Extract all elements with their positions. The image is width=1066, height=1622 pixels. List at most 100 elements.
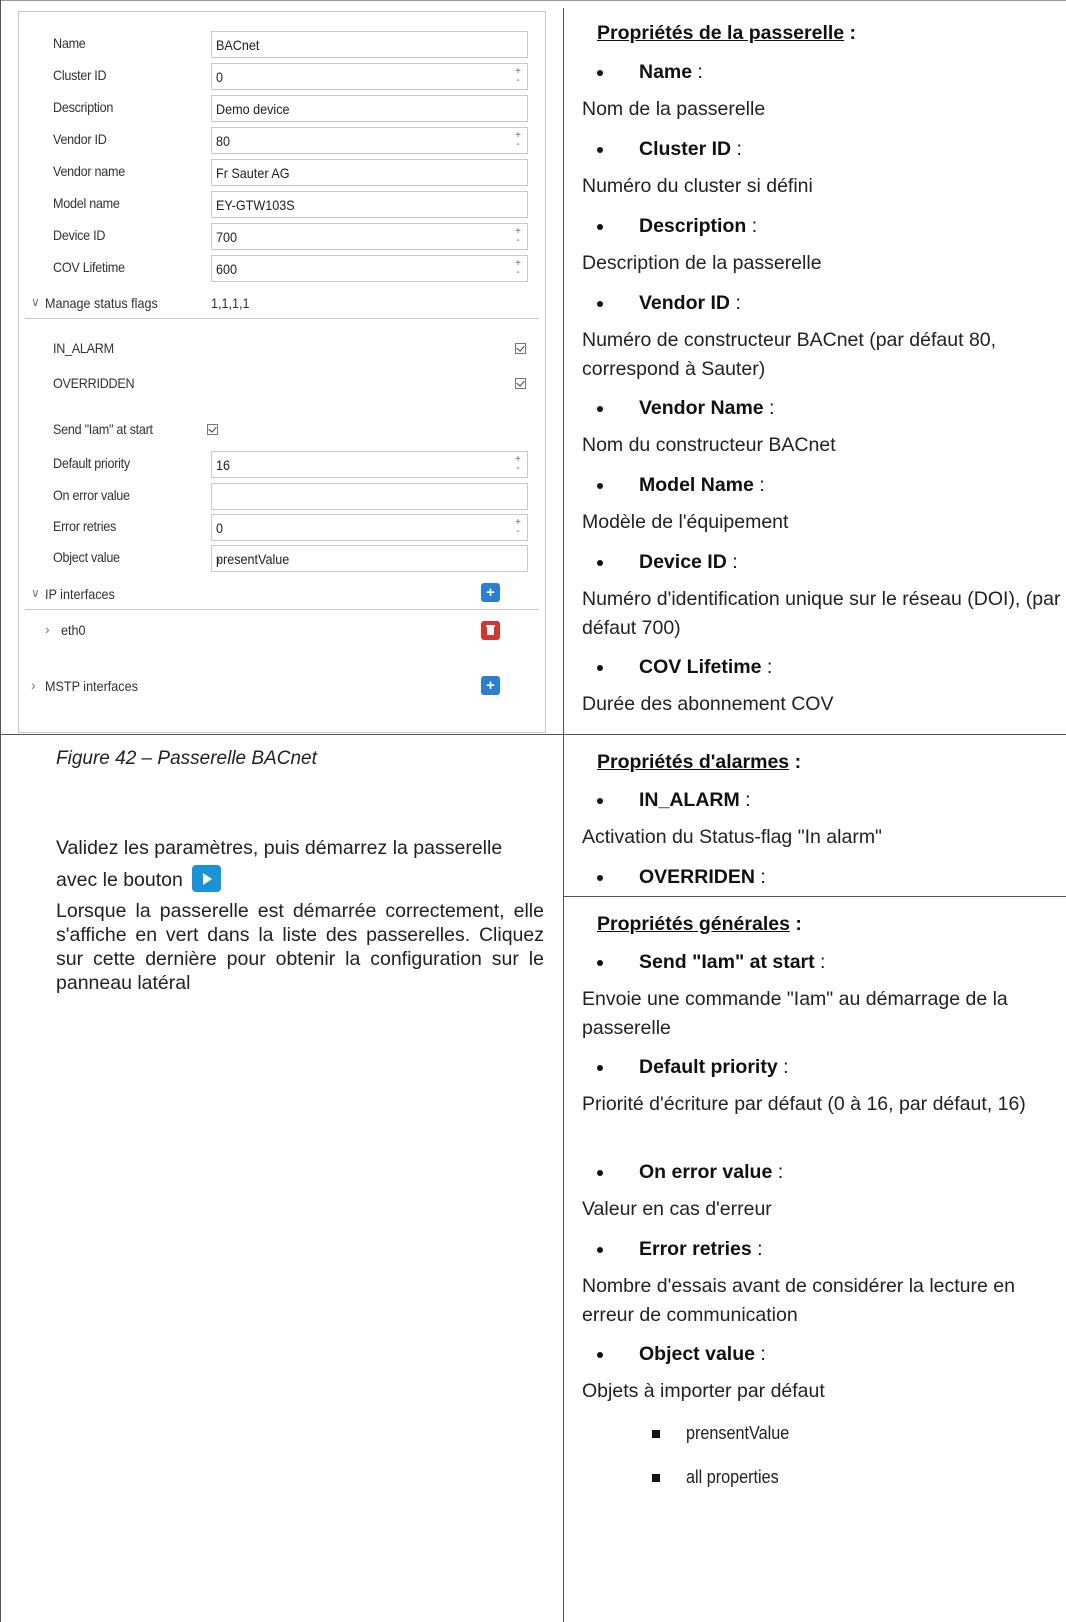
field-label: Vendor name [53, 163, 125, 179]
section-heading-gateway: Propriétés de la passerelle : [597, 22, 856, 45]
flag-overridden: OVERRIDDEN [19, 370, 545, 398]
colon: : [739, 789, 751, 811]
field-name: Name BACnet [19, 30, 545, 58]
prop-desc: Valeur en cas d'erreur [582, 1198, 772, 1220]
eth0-row[interactable]: › eth0 [19, 616, 545, 644]
prop-term: Error retries [639, 1238, 752, 1260]
eth0-label: eth0 [61, 622, 86, 638]
bullet-icon [597, 665, 603, 671]
delete-trash-icon[interactable] [481, 621, 500, 640]
error-retries-input[interactable]: 0 + - [211, 514, 528, 541]
field-value: 700 [216, 229, 238, 245]
gateway-config-panel: Name BACnet Cluster ID 0 + - Description D… [18, 11, 546, 733]
square-bullet-icon [652, 1474, 660, 1482]
flag-in-alarm: IN_ALARM [19, 335, 545, 363]
field-error-retries: Error retries 0 + - [19, 513, 545, 541]
field-vendor-id: Vendor ID 80 + - [19, 126, 545, 154]
spinner-icon[interactable]: + - [514, 67, 522, 86]
prop-desc: Nom de la passerelle [582, 98, 766, 120]
flag-label: OVERRIDDEN [53, 375, 135, 391]
bullet-icon [597, 70, 603, 76]
prop-term: On error value [639, 1161, 773, 1183]
chevron-down-icon[interactable]: ∨ [31, 295, 40, 309]
sub-item: all properties [686, 1467, 779, 1487]
chevron-right-icon: › [216, 551, 221, 567]
column-divider [563, 8, 564, 1622]
send-iam-checkbox[interactable] [207, 424, 218, 435]
bullet-icon [597, 1170, 603, 1176]
instruction-paragraph-1: Validez les paramètres, puis démarrez la… [56, 832, 544, 896]
field-value: 0 [216, 69, 224, 85]
heading-colon: : [844, 22, 857, 44]
bullet-icon [597, 798, 603, 804]
overridden-checkbox[interactable] [515, 378, 526, 389]
square-bullet-icon [652, 1430, 660, 1438]
on-error-value-input[interactable] [211, 483, 528, 510]
name-input[interactable]: BACnet [211, 31, 528, 58]
spinner-icon[interactable]: + - [514, 455, 522, 474]
status-flags-label: Manage status flags [45, 295, 158, 311]
prop-term: Description [639, 215, 747, 237]
field-value: Demo device [216, 101, 290, 117]
default-priority-input[interactable]: 16 + - [211, 451, 528, 478]
prop-term: Model Name [639, 474, 754, 496]
status-flags-section[interactable]: ∨ Manage status flags 1,1,1,1 [19, 289, 545, 319]
prop-desc: Numéro de constructeur BACnet (par défau… [582, 329, 997, 380]
bullet-icon [597, 147, 603, 153]
field-description: Description Demo device [19, 94, 545, 122]
heading-colon: : [789, 751, 802, 773]
description-input[interactable]: Demo device [211, 95, 528, 122]
spinner-icon[interactable]: + - [514, 131, 522, 150]
prop-term: IN_ALARM [639, 789, 740, 811]
add-ip-interface-button[interactable]: + [481, 583, 500, 602]
colon: : [753, 474, 765, 496]
field-value: 600 [216, 261, 238, 277]
mstp-interfaces-section[interactable]: › MSTP interfaces + [19, 672, 545, 700]
ip-interfaces-label: IP interfaces [45, 586, 115, 602]
prop-desc: Priorité d'écriture par défaut (0 à 16, … [582, 1093, 1026, 1115]
field-send-iam: Send "Iam" at start [19, 416, 545, 444]
object-value-select[interactable]: presentValue › [211, 545, 528, 572]
prop-term: Default priority [639, 1056, 778, 1078]
colon: : [814, 951, 826, 973]
field-label: Name [53, 35, 86, 51]
bullet-icon [597, 301, 603, 307]
device-id-input[interactable]: 700 + - [211, 223, 528, 250]
ip-interfaces-section[interactable]: ∨ IP interfaces + [19, 580, 545, 610]
vendor-name-input[interactable]: Fr Sauter AG [211, 159, 528, 186]
bullet-icon [597, 1247, 603, 1253]
bullet-icon [597, 1065, 603, 1071]
prop-term: Name [639, 61, 693, 83]
prop-desc: Envoie une commande "Iam" au démarrage d… [582, 988, 1008, 1039]
chevron-right-icon[interactable]: › [45, 621, 50, 637]
vendor-id-input[interactable]: 80 + - [211, 127, 528, 154]
add-mstp-interface-button[interactable]: + [481, 676, 500, 695]
colon: : [772, 1161, 784, 1183]
field-label: Object value [53, 549, 120, 565]
bullet-icon [597, 224, 603, 230]
heading-text: Propriétés de la passerelle [597, 22, 845, 44]
field-label: Default priority [53, 455, 130, 471]
spinner-icon[interactable]: + - [514, 518, 522, 537]
cluster-id-input[interactable]: 0 + - [211, 63, 528, 90]
chevron-down-icon[interactable]: ∨ [31, 586, 40, 600]
bullet-icon [597, 406, 603, 412]
field-value: 80 [216, 133, 231, 149]
field-value: Fr Sauter AG [216, 165, 290, 181]
in-alarm-checkbox[interactable] [515, 343, 526, 354]
field-label: Model name [53, 195, 120, 211]
chevron-right-icon[interactable]: › [31, 677, 36, 693]
spinner-icon[interactable]: + - [514, 259, 522, 278]
field-label: Cluster ID [53, 67, 107, 83]
colon: : [746, 215, 758, 237]
left-border [0, 0, 1, 1622]
model-name-input[interactable]: EY-GTW103S [211, 191, 528, 218]
field-label: Send "Iam" at start [53, 421, 153, 437]
spinner-icon[interactable]: + - [514, 227, 522, 246]
cov-lifetime-input[interactable]: 600 + - [211, 255, 528, 282]
divider [25, 318, 539, 319]
play-icon [192, 865, 222, 892]
prop-term: Vendor Name [639, 397, 764, 419]
row-divider-left [0, 734, 563, 735]
colon: : [751, 1238, 763, 1260]
